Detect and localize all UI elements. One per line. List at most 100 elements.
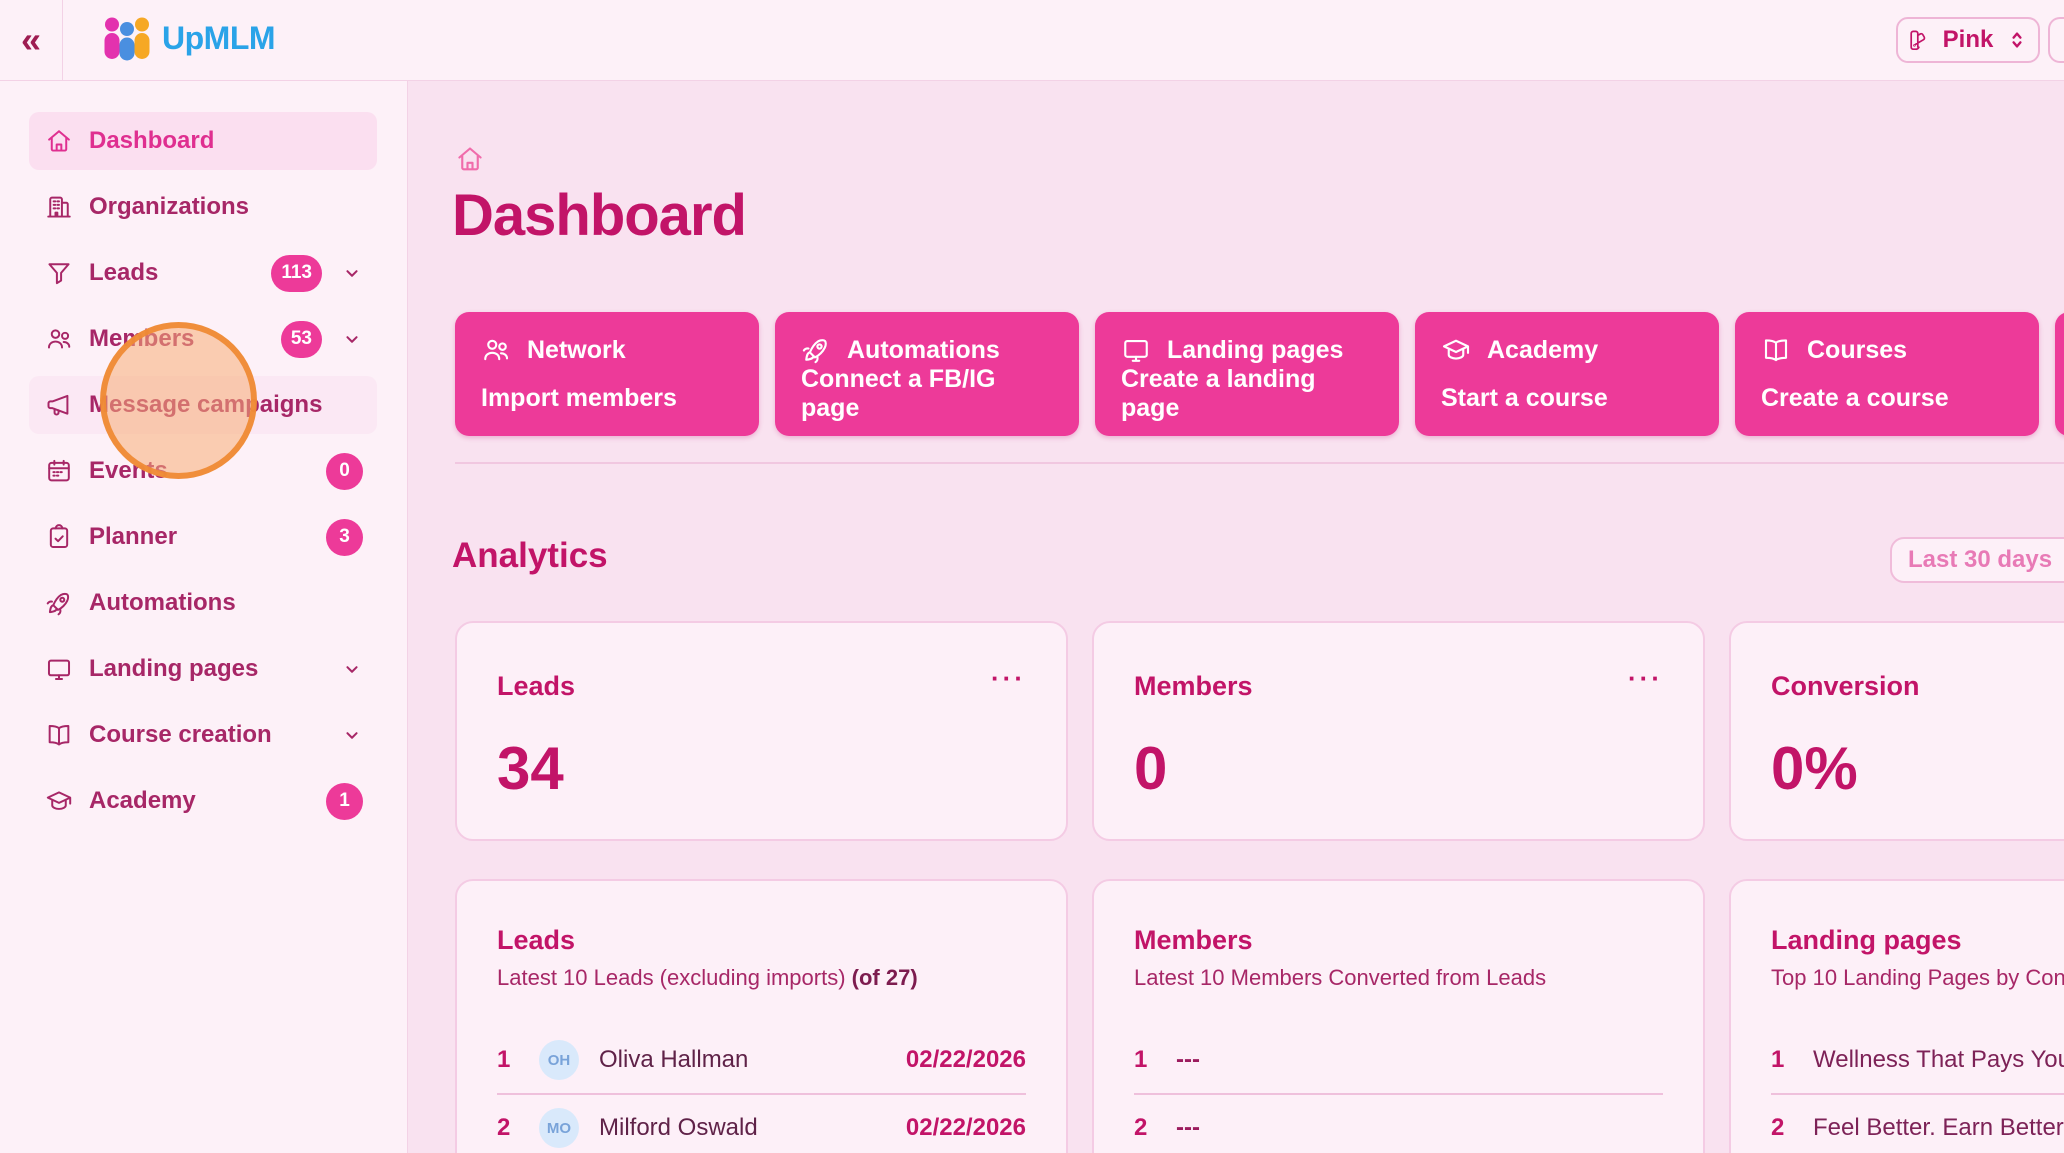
calendar-icon: [45, 457, 73, 485]
landing-page-name: Wellness That Pays You Back: [1813, 1046, 2064, 1074]
action-title: Network: [527, 336, 626, 365]
stat-card-leads: Leads ··· 34: [455, 621, 1068, 841]
theme-selector[interactable]: Pink: [1896, 17, 2040, 63]
stat-card-conversion: Conversion 0%: [1729, 621, 2064, 841]
megaphone-icon: [45, 391, 73, 419]
list-title: Leads: [497, 925, 1026, 956]
analytics-section-title: Analytics: [452, 536, 608, 576]
app-logo[interactable]: UpMLM: [102, 15, 275, 61]
landing-page-name: Feel Better. Earn Better.: [1813, 1114, 2064, 1142]
chevron-down-icon[interactable]: [341, 658, 363, 680]
action-card-automations[interactable]: Automations Connect a FB/IG page: [775, 312, 1079, 436]
rocket-icon: [801, 335, 831, 365]
graduation-cap-icon: [1441, 335, 1471, 365]
list-subtitle-text: Latest 10 Leads (excluding imports): [497, 965, 852, 990]
action-card-partial[interactable]: [2055, 312, 2064, 436]
members-count-badge: 53: [281, 321, 322, 358]
member-row[interactable]: 1 ---: [1134, 1027, 1663, 1095]
sidebar-item-members[interactable]: Members 53: [29, 310, 377, 368]
section-divider: [455, 462, 2064, 464]
stat-value: 34: [497, 734, 1026, 803]
sidebar-item-label: Leads: [89, 259, 158, 287]
sidebar-item-organizations[interactable]: Organizations: [29, 178, 377, 236]
sidebar-item-message-campaigns[interactable]: Message campaigns: [29, 376, 377, 434]
date-range-label: Last 30 days: [1908, 546, 2052, 574]
sidebar-item-label: Organizations: [89, 193, 249, 221]
sidebar-item-leads[interactable]: Leads 113: [29, 244, 377, 302]
home-icon: [45, 127, 73, 155]
stat-label: Conversion: [1771, 671, 1920, 702]
theme-selector-value: Pink: [1943, 26, 1994, 54]
sidebar-item-landing-pages[interactable]: Landing pages: [29, 640, 377, 698]
date-range-selector[interactable]: Last 30 days 01/2: [1890, 537, 2064, 583]
sidebar-item-dashboard[interactable]: Dashboard: [29, 112, 377, 170]
landing-page-row[interactable]: 1 Wellness That Pays You Back: [1771, 1027, 2064, 1095]
book-icon: [1761, 335, 1791, 365]
logo-people-icon: [102, 15, 152, 61]
list-subtitle-count: (of 27): [852, 965, 918, 990]
sidebar-item-events[interactable]: Events 0: [29, 442, 377, 500]
chevron-down-icon[interactable]: [341, 328, 363, 350]
sidebar-item-label: Events: [89, 457, 168, 485]
row-index: 1: [1134, 1046, 1156, 1074]
people-icon: [481, 335, 511, 365]
action-title: Academy: [1487, 336, 1598, 365]
planner-count-badge: 3: [326, 519, 363, 556]
people-icon: [45, 325, 73, 353]
sidebar-item-academy[interactable]: Academy 1: [29, 772, 377, 830]
lead-date: 02/22/2026: [906, 1046, 1026, 1074]
page-title: Dashboard: [452, 182, 746, 249]
stats-row: Leads ··· 34 Members ··· 0 Conversion 0%: [455, 621, 2064, 841]
app-window: « UpMLM Pink Dashboard Organizations: [0, 0, 2064, 1153]
building-icon: [45, 193, 73, 221]
sidebar-item-planner[interactable]: Planner 3: [29, 508, 377, 566]
lists-row: Leads Latest 10 Leads (excluding imports…: [455, 879, 2064, 1153]
list-title: Landing pages: [1771, 925, 2064, 956]
card-menu-ellipsis[interactable]: ···: [1628, 671, 1663, 685]
stat-card-members: Members ··· 0: [1092, 621, 1705, 841]
lead-date: 02/22/2026: [906, 1114, 1026, 1142]
stat-label: Members: [1134, 671, 1253, 702]
action-subtitle: Import members: [481, 384, 733, 413]
monitor-icon: [1121, 335, 1151, 365]
action-card-courses[interactable]: Courses Create a course: [1735, 312, 2039, 436]
card-menu-ellipsis[interactable]: ···: [991, 671, 1026, 685]
sidebar-item-automations[interactable]: Automations: [29, 574, 377, 632]
row-index: 2: [1771, 1114, 1793, 1142]
top-bar: « UpMLM Pink: [0, 0, 2064, 81]
lead-row[interactable]: 2 MO Milford Oswald 02/22/2026: [497, 1095, 1026, 1153]
sidebar-item-label: Academy: [89, 787, 196, 815]
chevron-down-icon[interactable]: [341, 724, 363, 746]
list-title: Members: [1134, 925, 1663, 956]
swatch-icon: [1907, 28, 1931, 52]
sidebar-item-label: Dashboard: [89, 127, 214, 155]
collapse-sidebar-icon: «: [21, 19, 41, 61]
rocket-icon: [45, 589, 73, 617]
quick-actions-row: Network Import members Automations Conne…: [455, 312, 2064, 436]
row-index: 2: [1134, 1114, 1156, 1142]
action-card-academy[interactable]: Academy Start a course: [1415, 312, 1719, 436]
sidebar: Dashboard Organizations Leads 113 Member…: [0, 80, 408, 1153]
list-card-landing-pages: Landing pages Top 10 Landing Pages by Co…: [1729, 879, 2064, 1153]
clipboard-check-icon: [45, 523, 73, 551]
academy-count-badge: 1: [326, 783, 363, 820]
row-index: 2: [497, 1114, 519, 1142]
breadcrumb-home[interactable]: [455, 144, 485, 179]
row-index: 1: [1771, 1046, 1793, 1074]
lead-row[interactable]: 1 OH Oliva Hallman 02/22/2026: [497, 1027, 1026, 1095]
partial-header-button[interactable]: [2048, 17, 2064, 63]
chevron-down-icon[interactable]: [341, 262, 363, 284]
member-row[interactable]: 2 ---: [1134, 1095, 1663, 1153]
sidebar-item-course-creation[interactable]: Course creation: [29, 706, 377, 764]
stat-value: 0%: [1771, 734, 2064, 803]
action-card-landing-pages[interactable]: Landing pages Create a landing page: [1095, 312, 1399, 436]
action-subtitle: Create a landing page: [1121, 365, 1373, 423]
collapse-sidebar-button[interactable]: «: [0, 0, 63, 80]
list-subtitle: Latest 10 Leads (excluding imports) (of …: [497, 965, 1026, 991]
landing-page-row[interactable]: 2 Feel Better. Earn Better.: [1771, 1095, 2064, 1153]
action-title: Landing pages: [1167, 336, 1343, 365]
sidebar-item-label: Members: [89, 325, 194, 353]
action-card-network[interactable]: Network Import members: [455, 312, 759, 436]
stat-value: 0: [1134, 734, 1663, 803]
events-count-badge: 0: [326, 453, 363, 490]
